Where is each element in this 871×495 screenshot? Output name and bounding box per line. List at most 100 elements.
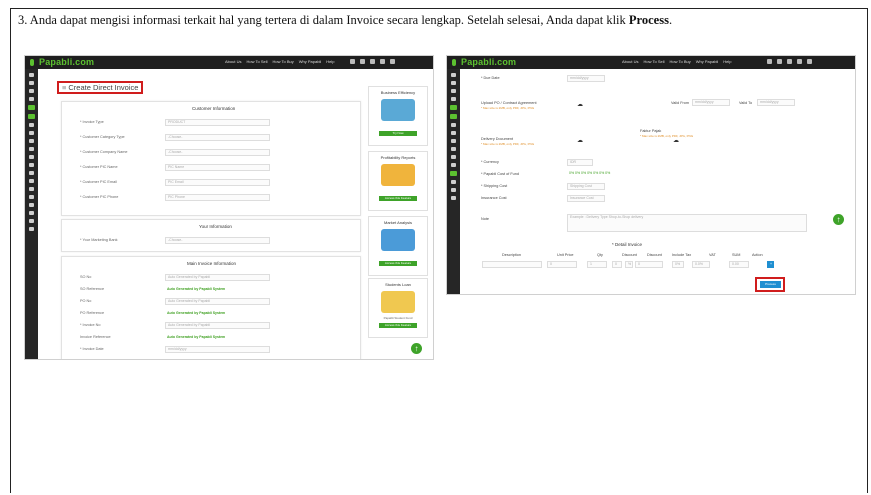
process-button[interactable]: Process [760, 281, 781, 288]
menu-icon-chart[interactable] [451, 131, 456, 135]
promo-card-button[interactable]: Access this Feature [379, 323, 417, 328]
field-input[interactable]: Auto Generated by Papabli [165, 322, 270, 329]
nav-link[interactable]: Why Papabli [696, 59, 718, 64]
menu-icon-file[interactable] [451, 155, 456, 159]
mail-icon[interactable] [350, 59, 355, 64]
side-menu-right[interactable] [447, 69, 460, 294]
detail-row-input[interactable]: 0% [672, 261, 684, 268]
user-icon[interactable] [797, 59, 802, 64]
papabli-logo-right[interactable]: Papabli.com [461, 57, 516, 67]
scroll-top-button[interactable]: ↑ [411, 343, 422, 354]
menu-icon-extra-4[interactable] [29, 219, 34, 223]
papabli-logo[interactable]: Papabli.com [39, 57, 94, 67]
nav-icons[interactable] [350, 59, 395, 64]
field-input[interactable]: Insurance Cost [567, 195, 605, 202]
menu-icon-doc[interactable] [451, 123, 456, 127]
nav-link[interactable]: How To Sell [643, 59, 664, 64]
detail-row-input[interactable]: + [767, 261, 774, 268]
menu-icon-chart[interactable] [29, 131, 34, 135]
settings-icon[interactable] [390, 59, 395, 64]
nav-link[interactable]: Help [326, 59, 334, 64]
notification-icon[interactable] [787, 59, 792, 64]
menu-icon-extra-1[interactable] [451, 196, 456, 200]
nav-link[interactable]: How To Buy [670, 59, 691, 64]
menu-icon-team[interactable] [451, 139, 456, 143]
upload-icon-po[interactable]: ☁ [577, 101, 583, 108]
field-input[interactable]: Auto Generated by Papabli [165, 298, 270, 305]
menu-icon-extra-3[interactable] [29, 211, 34, 215]
nav-link[interactable]: Why Papabli [299, 59, 321, 64]
upload-icon-tax[interactable]: ☁ [673, 137, 679, 144]
field-input[interactable]: mm/dd/yyyy [567, 75, 605, 82]
menu-icon-report[interactable] [29, 147, 34, 151]
menu-icon-home[interactable] [29, 73, 34, 77]
menu-icon-extra-active[interactable] [450, 171, 457, 176]
detail-row-input[interactable]: 0 [612, 261, 622, 268]
field-input[interactable]: PRODUCT [165, 119, 270, 126]
menu-icon-invoice-active[interactable] [28, 105, 35, 110]
menu-icon-direct-invoice[interactable] [28, 114, 35, 119]
detail-row-input[interactable]: % [625, 261, 633, 268]
menu-icon-list[interactable] [451, 97, 456, 101]
menu-icon-store[interactable] [29, 89, 34, 93]
field-input[interactable]: mm/dd/yyyy [165, 346, 270, 353]
menu-icon-direct-invoice[interactable] [450, 114, 457, 119]
promo-card-button[interactable]: Access this Feature [379, 196, 417, 201]
mail-icon[interactable] [767, 59, 772, 64]
cart-icon[interactable] [777, 59, 782, 64]
nav-link[interactable]: How To Buy [273, 59, 294, 64]
hamburger-icon[interactable]: ≡ [62, 83, 66, 92]
menu-icon-extra-1[interactable] [29, 195, 34, 199]
menu-icon-extra-5[interactable] [29, 227, 34, 231]
menu-icon-list[interactable] [29, 97, 34, 101]
menu-icon-report[interactable] [451, 147, 456, 151]
nav-link[interactable]: About Us [225, 59, 241, 64]
menu-icon-settings[interactable] [29, 171, 34, 175]
field-input[interactable]: 0% 0% 0% 0% 0% 0% 0% [567, 171, 677, 178]
scroll-top-button-right[interactable]: ↑ [833, 214, 844, 225]
cart-icon[interactable] [360, 59, 365, 64]
field-input[interactable]: -Choose- [165, 237, 270, 244]
menu-icon-grid[interactable] [29, 163, 34, 167]
detail-row-input[interactable]: 0.0% [692, 261, 710, 268]
field-input[interactable]: Shipping Cost [567, 183, 605, 190]
nav-link[interactable]: How To Sell [246, 59, 267, 64]
field-input[interactable]: Auto Generated by Papabli [165, 274, 270, 281]
promo-card-button[interactable]: Access this Feature [379, 261, 417, 266]
nav-links[interactable]: About Us How To Sell How To Buy Why Papabli… [225, 59, 339, 64]
menu-icon-more[interactable] [29, 187, 34, 191]
menu-icon-more[interactable] [451, 188, 456, 192]
field-input[interactable]: PIC Phone [165, 194, 270, 201]
menu-icon-doc[interactable] [29, 123, 34, 127]
promo-card-button[interactable]: Try Now [379, 131, 417, 136]
menu-icon-grid[interactable] [451, 163, 456, 167]
nav-link[interactable]: Help [723, 59, 731, 64]
menu-icon-help[interactable] [29, 179, 34, 183]
side-menu[interactable] [25, 69, 38, 359]
menu-icon-user[interactable] [29, 81, 34, 85]
nav-icons-right[interactable] [767, 59, 812, 64]
user-icon[interactable] [380, 59, 385, 64]
field-input[interactable]: IDR [567, 159, 593, 166]
detail-row-input[interactable]: 0.00 [729, 261, 749, 268]
menu-icon-invoice-active[interactable] [450, 105, 457, 110]
valid-from-input[interactable]: mm/dd/yyyy [692, 99, 730, 106]
menu-icon-extra-2[interactable] [29, 203, 34, 207]
settings-icon[interactable] [807, 59, 812, 64]
field-input[interactable]: PIC Name [165, 164, 270, 171]
valid-to-input[interactable]: mm/dd/yyyy [757, 99, 795, 106]
detail-row-input[interactable] [482, 261, 542, 268]
field-input[interactable]: PIC Email [165, 179, 270, 186]
nav-links-right[interactable]: About Us How To Sell How To Buy Why Papabli… [622, 59, 736, 64]
menu-icon-help[interactable] [451, 180, 456, 184]
detail-row-input[interactable]: 0 [635, 261, 663, 268]
field-input[interactable]: -Choose- [165, 134, 270, 141]
menu-icon-file[interactable] [29, 155, 34, 159]
detail-row-input[interactable]: 0 [547, 261, 577, 268]
upload-icon-delivery[interactable]: ☁ [577, 137, 583, 144]
nav-link[interactable]: About Us [622, 59, 638, 64]
menu-icon-home[interactable] [451, 73, 456, 77]
menu-icon-team[interactable] [29, 139, 34, 143]
field-input[interactable]: Example : Delivery Type Shop-to-Shop del… [567, 214, 807, 232]
menu-icon-store[interactable] [451, 89, 456, 93]
